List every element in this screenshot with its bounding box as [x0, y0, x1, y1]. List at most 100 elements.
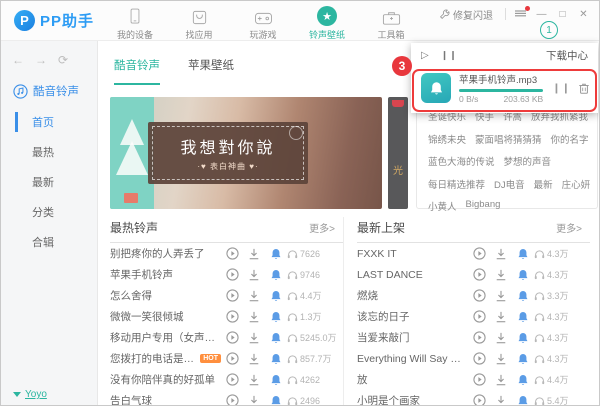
- set-ringtone-icon[interactable]: [512, 353, 534, 365]
- play-icon[interactable]: [221, 394, 243, 405]
- tab-cool-ringtones[interactable]: 酷音铃声: [114, 57, 160, 85]
- set-ringtone-icon[interactable]: [265, 374, 287, 386]
- close-button[interactable]: ✕: [574, 6, 593, 22]
- nav-tab-my-device[interactable]: 我的设备: [103, 4, 167, 41]
- sidebar-item-collections[interactable]: 合辑: [1, 227, 97, 257]
- download-icon[interactable]: [243, 395, 265, 406]
- ringtone-row[interactable]: Everything Will Say Go...4.3万: [357, 348, 590, 369]
- nav-tab-ringtones-wallpapers[interactable]: ★ 铃声壁纸: [295, 4, 359, 41]
- sidebar-item-hottest[interactable]: 最热: [1, 137, 97, 167]
- ringtone-row[interactable]: 微微一笑很倾城1.3万: [110, 306, 343, 327]
- tag-link[interactable]: Bigbang: [466, 199, 501, 213]
- download-icon[interactable]: [243, 269, 265, 281]
- play-icon[interactable]: [468, 331, 490, 344]
- tag-link[interactable]: 小黄人: [428, 199, 457, 213]
- set-ringtone-icon[interactable]: [512, 395, 534, 406]
- ringtone-row[interactable]: 小明是个画家5.4万: [357, 390, 590, 405]
- play-icon[interactable]: [221, 289, 243, 302]
- ringtone-row[interactable]: 没有你陪伴真的好孤单4262: [110, 369, 343, 390]
- trash-icon[interactable]: [578, 82, 590, 95]
- play-icon[interactable]: [468, 373, 490, 386]
- tag-link[interactable]: 蓝色大海的传说: [428, 154, 495, 168]
- next-banner-peek[interactable]: 光: [388, 97, 408, 209]
- tag-link[interactable]: 每日精选推荐: [428, 177, 485, 191]
- download-center-link[interactable]: 下载中心: [546, 48, 588, 63]
- download-icon[interactable]: [243, 248, 265, 260]
- resume-all-button[interactable]: ▷: [421, 50, 429, 61]
- pause-download-button[interactable]: ❙❙: [552, 83, 571, 94]
- ringtone-row[interactable]: 别把疼你的人弄丢了7626: [110, 243, 343, 264]
- tag-link[interactable]: 庄心妍: [562, 177, 591, 191]
- sidebar-item-categories[interactable]: 分类: [1, 197, 97, 227]
- set-ringtone-icon[interactable]: [512, 269, 534, 281]
- download-item[interactable]: 苹果手机铃声.mp3 0 B/s 203.63 KB ❙❙: [411, 67, 598, 106]
- ringtone-row[interactable]: 您拨打的电话是空号HOT857.7万: [110, 348, 343, 369]
- tag-link[interactable]: 锦绣未央: [428, 132, 466, 146]
- menu-icon[interactable]: [512, 6, 530, 22]
- set-ringtone-icon[interactable]: [265, 269, 287, 281]
- download-icon[interactable]: [490, 290, 512, 302]
- promo-banner[interactable]: 我想對你說 ·♥ 表白神曲 ♥·: [110, 97, 382, 209]
- download-icon[interactable]: [243, 311, 265, 323]
- tab-apple-wallpapers[interactable]: 苹果壁纸: [188, 57, 234, 85]
- set-ringtone-icon[interactable]: [512, 311, 534, 323]
- ringtone-row[interactable]: 告白气球2496: [110, 390, 343, 405]
- download-icon[interactable]: [490, 353, 512, 365]
- set-ringtone-icon[interactable]: [265, 353, 287, 365]
- pause-all-button[interactable]: ❙❙: [441, 50, 458, 61]
- play-icon[interactable]: [221, 352, 243, 365]
- hot-more-link[interactable]: 更多>: [309, 220, 335, 235]
- set-ringtone-icon[interactable]: [265, 395, 287, 406]
- download-icon[interactable]: [490, 248, 512, 260]
- set-ringtone-icon[interactable]: [512, 248, 534, 260]
- tag-link[interactable]: DJ电音: [494, 177, 525, 191]
- tag-link[interactable]: 最新: [534, 177, 553, 191]
- new-more-link[interactable]: 更多>: [556, 220, 582, 235]
- play-icon[interactable]: [468, 268, 490, 281]
- nav-tab-find-apps[interactable]: 找应用: [167, 4, 231, 41]
- maximize-button[interactable]: □: [553, 6, 572, 22]
- set-ringtone-icon[interactable]: [265, 248, 287, 260]
- play-icon[interactable]: [468, 289, 490, 302]
- sidebar-item-newest[interactable]: 最新: [1, 167, 97, 197]
- download-count-badge[interactable]: 1: [540, 21, 558, 39]
- play-icon[interactable]: [221, 247, 243, 260]
- set-ringtone-icon[interactable]: [265, 290, 287, 302]
- play-icon[interactable]: [468, 394, 490, 405]
- ringtone-row[interactable]: LAST DANCE4.3万: [357, 264, 590, 285]
- play-icon[interactable]: [221, 331, 243, 344]
- download-icon[interactable]: [243, 353, 265, 365]
- set-ringtone-icon[interactable]: [512, 374, 534, 386]
- set-ringtone-icon[interactable]: [265, 332, 287, 344]
- play-icon[interactable]: [468, 310, 490, 323]
- set-ringtone-icon[interactable]: [512, 290, 534, 302]
- minimize-button[interactable]: —: [532, 6, 551, 22]
- play-icon[interactable]: [468, 352, 490, 365]
- download-icon[interactable]: [243, 332, 265, 344]
- ringtone-row[interactable]: 怎么舍得4.4万: [110, 285, 343, 306]
- play-icon[interactable]: [468, 247, 490, 260]
- play-icon[interactable]: [221, 268, 243, 281]
- play-icon[interactable]: [221, 373, 243, 386]
- ringtone-row[interactable]: 苹果手机铃声9746: [110, 264, 343, 285]
- ringtone-row[interactable]: 燃烧3.3万: [357, 285, 590, 306]
- sidebar-section-cool-ringtones[interactable]: 酷音铃声: [13, 83, 97, 99]
- refresh-button[interactable]: ⟳: [58, 53, 68, 67]
- download-icon[interactable]: [243, 290, 265, 302]
- download-icon[interactable]: [490, 269, 512, 281]
- download-icon[interactable]: [490, 311, 512, 323]
- tag-link[interactable]: 蒙面唱将猜猜猜: [475, 132, 542, 146]
- forward-button[interactable]: →: [35, 53, 47, 67]
- ringtone-row[interactable]: 放4.4万: [357, 369, 590, 390]
- ringtone-row[interactable]: 移动用户专用（女声版）5245.0万: [110, 327, 343, 348]
- nav-tab-play-games[interactable]: 玩游戏: [231, 4, 295, 41]
- ringtone-row[interactable]: FXXK IT4.3万: [357, 243, 590, 264]
- tag-link[interactable]: 你的名字: [551, 132, 589, 146]
- repair-crash-button[interactable]: 修复闪退: [439, 7, 493, 22]
- sidebar-item-home[interactable]: 首页: [1, 107, 97, 137]
- tag-link[interactable]: 梦想的声音: [504, 154, 552, 168]
- download-icon[interactable]: [243, 374, 265, 386]
- download-icon[interactable]: [490, 395, 512, 406]
- yoyo-assistant[interactable]: Yoyo: [13, 389, 47, 400]
- play-icon[interactable]: [221, 310, 243, 323]
